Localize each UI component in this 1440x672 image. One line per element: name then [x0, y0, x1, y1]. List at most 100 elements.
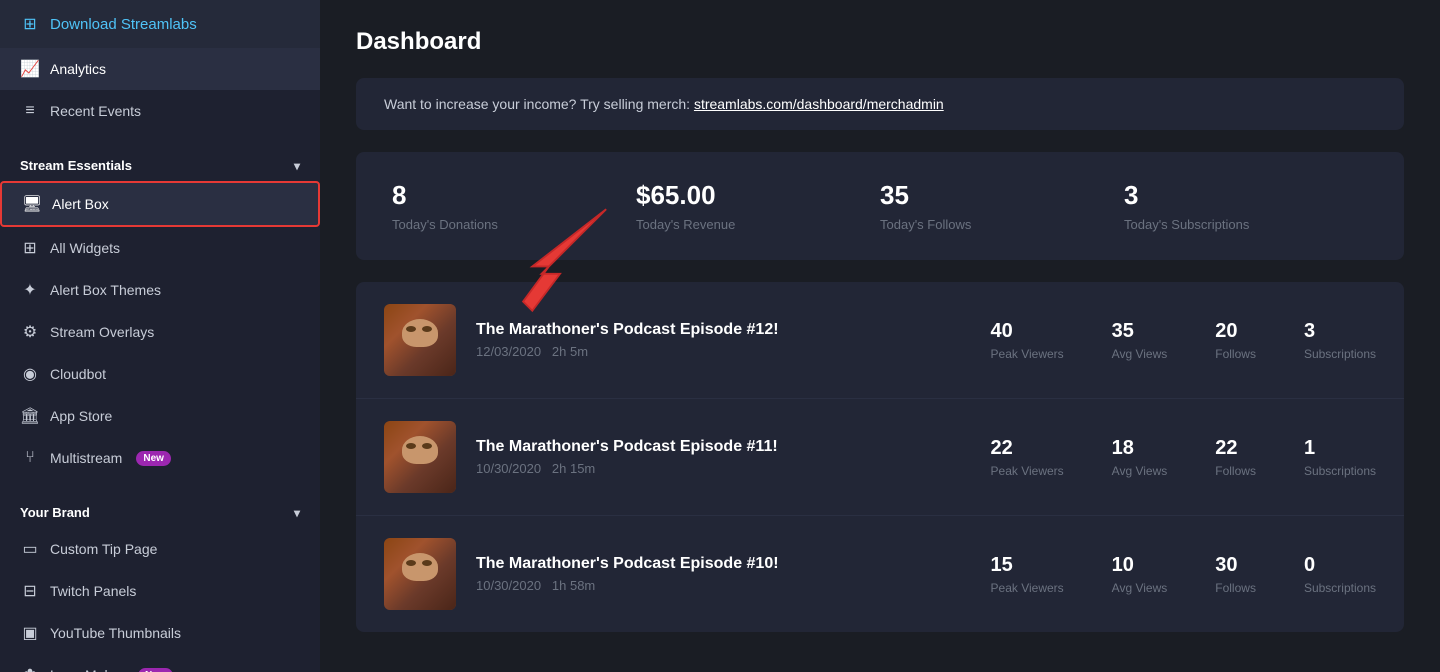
- sidebar-youtube-thumbnails-label: YouTube Thumbnails: [50, 625, 181, 641]
- stream-stats-1: 22 Peak Viewers 18 Avg Views 22 Follows …: [991, 437, 1376, 478]
- stats-row: 8 Today's Donations $65.00 Today's Reven…: [356, 152, 1404, 260]
- stream-thumbnail-2: [384, 538, 456, 610]
- themes-icon: ✦: [20, 280, 40, 300]
- your-brand-chevron-icon: [294, 505, 300, 520]
- stream-subscriptions-1: 1 Subscriptions: [1304, 437, 1376, 478]
- stream-meta-1: 10/30/2020 2h 15m: [476, 461, 971, 476]
- sidebar-multistream-label: Multistream: [50, 450, 122, 466]
- stream-subscriptions-0: 3 Subscriptions: [1304, 320, 1376, 361]
- subscriptions-value: 3: [1124, 180, 1368, 211]
- stream-thumbnail-1: [384, 421, 456, 493]
- sidebar-item-recent-events[interactable]: ≡ Recent Events: [0, 90, 320, 132]
- table-row[interactable]: The Marathoner's Podcast Episode #11! 10…: [356, 399, 1404, 516]
- stream-avg-views-1: 18 Avg Views: [1112, 437, 1168, 478]
- stream-title-0: The Marathoner's Podcast Episode #12!: [476, 321, 971, 339]
- stream-info-2: The Marathoner's Podcast Episode #10! 10…: [476, 555, 971, 593]
- stat-subscriptions: 3 Today's Subscriptions: [1124, 180, 1368, 232]
- sidebar-cloudbot-label: Cloudbot: [50, 366, 106, 382]
- stream-meta-0: 12/03/2020 2h 5m: [476, 344, 971, 359]
- table-row[interactable]: The Marathoner's Podcast Episode #12! 12…: [356, 282, 1404, 399]
- stream-stats-2: 15 Peak Viewers 10 Avg Views 30 Follows …: [991, 554, 1376, 595]
- sidebar-item-app-store[interactable]: 🏛 App Store: [0, 395, 320, 437]
- sidebar-recent-events-label: Recent Events: [50, 103, 141, 119]
- main-content: Dashboard Want to increase your income? …: [320, 0, 1440, 672]
- stat-donations: 8 Today's Donations: [392, 180, 636, 232]
- multistream-new-badge: New: [136, 451, 171, 466]
- banner-link[interactable]: streamlabs.com/dashboard/merchadmin: [694, 96, 944, 112]
- stream-peak-viewers-0: 40 Peak Viewers: [991, 320, 1064, 361]
- stat-follows: 35 Today's Follows: [880, 180, 1124, 232]
- stream-peak-viewers-2: 15 Peak Viewers: [991, 554, 1064, 595]
- stream-stats-0: 40 Peak Viewers 35 Avg Views 20 Follows …: [991, 320, 1376, 361]
- stream-thumbnail-image-1: [384, 421, 456, 493]
- sidebar-item-all-widgets[interactable]: ⊞ All Widgets: [0, 227, 320, 269]
- stream-follows-1: 22 Follows: [1215, 437, 1256, 478]
- page-title: Dashboard: [356, 28, 1404, 56]
- app-store-icon: 🏛: [20, 406, 40, 426]
- sidebar-item-cloudbot[interactable]: ◉ Cloudbot: [0, 353, 320, 395]
- stream-subscriptions-2: 0 Subscriptions: [1304, 554, 1376, 595]
- sidebar-logo-maker-label: Logo Maker: [50, 667, 124, 672]
- sidebar-your-brand-header: Your Brand: [0, 491, 320, 528]
- logo-maker-new-badge: New: [138, 668, 173, 672]
- sidebar-analytics-label: Analytics: [50, 61, 106, 77]
- sidebar-item-custom-tip-page[interactable]: ▭ Custom Tip Page: [0, 528, 320, 570]
- stream-follows-2: 30 Follows: [1215, 554, 1256, 595]
- sidebar-item-logo-maker[interactable]: ✿ Logo Maker New: [0, 654, 320, 672]
- twitch-panels-icon: ⊟: [20, 581, 40, 601]
- sidebar-app-store-label: App Store: [50, 408, 112, 424]
- cloudbot-icon: ◉: [20, 364, 40, 384]
- sidebar-all-widgets-label: All Widgets: [50, 240, 120, 256]
- sidebar-custom-tip-page-label: Custom Tip Page: [50, 541, 157, 557]
- sidebar-item-youtube-thumbnails[interactable]: ▣ YouTube Thumbnails: [0, 612, 320, 654]
- stream-meta-2: 10/30/2020 1h 58m: [476, 578, 971, 593]
- subscriptions-label: Today's Subscriptions: [1124, 217, 1368, 232]
- stream-follows-0: 20 Follows: [1215, 320, 1256, 361]
- sidebar-alert-box-themes-label: Alert Box Themes: [50, 282, 161, 298]
- alert-box-icon: 🖥: [22, 194, 42, 214]
- table-row[interactable]: The Marathoner's Podcast Episode #10! 10…: [356, 516, 1404, 632]
- windows-icon: ⊞: [20, 14, 40, 34]
- sidebar-item-alert-box-themes[interactable]: ✦ Alert Box Themes: [0, 269, 320, 311]
- revenue-label: Today's Revenue: [636, 217, 880, 232]
- donations-value: 8: [392, 180, 636, 211]
- stat-revenue: $65.00 Today's Revenue: [636, 180, 880, 232]
- sidebar-item-stream-overlays[interactable]: ⚙ Stream Overlays: [0, 311, 320, 353]
- follows-label: Today's Follows: [880, 217, 1124, 232]
- sidebar-item-analytics[interactable]: 📈 Analytics: [0, 48, 320, 90]
- stream-title-1: The Marathoner's Podcast Episode #11!: [476, 438, 971, 456]
- widgets-icon: ⊞: [20, 238, 40, 258]
- stream-avg-views-2: 10 Avg Views: [1112, 554, 1168, 595]
- chevron-down-icon: [294, 158, 300, 173]
- sidebar-item-twitch-panels[interactable]: ⊟ Twitch Panels: [0, 570, 320, 612]
- sidebar-item-multistream[interactable]: ⑂ Multistream New: [0, 437, 320, 479]
- stream-avg-views-0: 35 Avg Views: [1112, 320, 1168, 361]
- stream-title-2: The Marathoner's Podcast Episode #10!: [476, 555, 971, 573]
- multistream-icon: ⑂: [20, 448, 40, 468]
- list-icon: ≡: [20, 101, 40, 121]
- revenue-value: $65.00: [636, 180, 880, 211]
- sidebar-stream-essentials-header: Stream Essentials: [0, 144, 320, 181]
- banner-text: Want to increase your income? Try sellin…: [384, 96, 690, 112]
- sidebar-alert-box-label: Alert Box: [52, 196, 109, 212]
- stream-peak-viewers-1: 22 Peak Viewers: [991, 437, 1064, 478]
- sidebar-item-download[interactable]: ⊞ Download Streamlabs: [0, 0, 320, 48]
- stream-thumbnail-image-0: [384, 304, 456, 376]
- stream-thumbnail-0: [384, 304, 456, 376]
- stream-info-0: The Marathoner's Podcast Episode #12! 12…: [476, 321, 971, 359]
- logo-maker-icon: ✿: [20, 665, 40, 672]
- stream-thumbnail-image-2: [384, 538, 456, 610]
- overlays-icon: ⚙: [20, 322, 40, 342]
- donations-label: Today's Donations: [392, 217, 636, 232]
- tip-page-icon: ▭: [20, 539, 40, 559]
- sidebar: ⊞ Download Streamlabs 📈 Analytics ≡ Rece…: [0, 0, 320, 672]
- streams-list: The Marathoner's Podcast Episode #12! 12…: [356, 282, 1404, 632]
- analytics-icon: 📈: [20, 59, 40, 79]
- merch-banner: Want to increase your income? Try sellin…: [356, 78, 1404, 130]
- sidebar-stream-overlays-label: Stream Overlays: [50, 324, 154, 340]
- sidebar-download-label: Download Streamlabs: [50, 16, 197, 33]
- youtube-thumbnails-icon: ▣: [20, 623, 40, 643]
- follows-value: 35: [880, 180, 1124, 211]
- sidebar-item-alert-box[interactable]: 🖥 Alert Box: [0, 181, 320, 227]
- sidebar-twitch-panels-label: Twitch Panels: [50, 583, 136, 599]
